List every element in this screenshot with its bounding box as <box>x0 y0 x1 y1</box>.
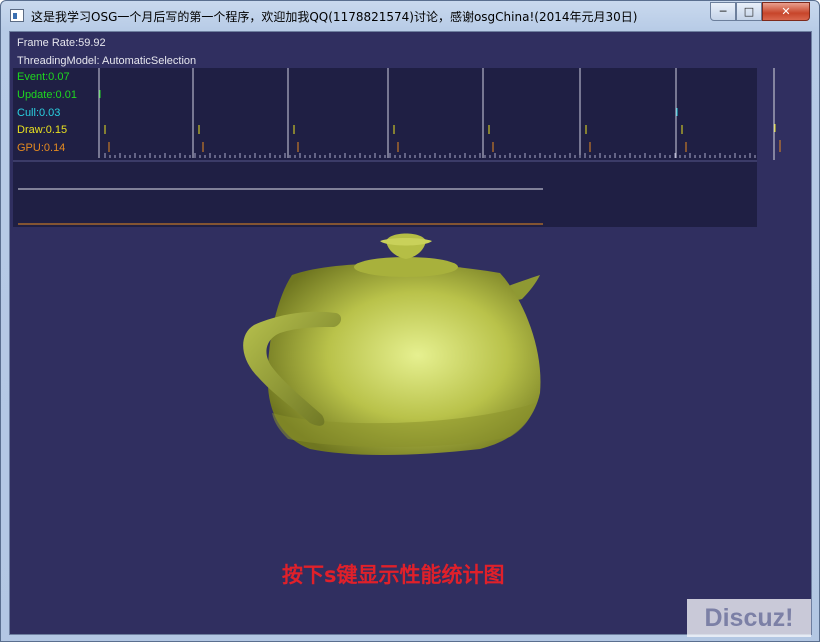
stats-timeline <box>18 68 756 225</box>
teapot-knob <box>386 233 426 259</box>
teapot-lid-rim <box>354 257 458 277</box>
hint-caption: 按下s键显示性能统计图 <box>282 563 505 587</box>
window-title: 这是我学习OSG一个月后写的第一个程序，欢迎加我QQ(1178821574)讨论… <box>31 10 638 24</box>
window-icon[interactable] <box>10 9 24 22</box>
minimize-button[interactable]: ─ <box>710 2 736 21</box>
osg-viewport[interactable]: Frame Rate:59.92 ThreadingModel: Automat… <box>9 31 812 635</box>
title-bar[interactable]: 这是我学习OSG一个月后写的第一个程序，欢迎加我QQ(1178821574)讨论… <box>1 1 819 31</box>
discuz-watermark: Discuz! <box>687 599 811 637</box>
stats-panel: Event:0.07 Update:0.01 Cull:0.03 Draw:0.… <box>13 68 757 227</box>
maximize-button[interactable]: □ <box>736 2 762 21</box>
close-icon: ✕ <box>781 5 791 18</box>
threading-model-readout: ThreadingModel: AutomaticSelection <box>17 55 197 67</box>
app-window: 这是我学习OSG一个月后写的第一个程序，欢迎加我QQ(1178821574)讨论… <box>0 0 820 642</box>
close-button[interactable]: ✕ <box>762 2 810 21</box>
minimize-icon: ─ <box>719 5 727 18</box>
stats-overflow-marks <box>773 68 781 160</box>
teapot-icon <box>243 233 541 455</box>
frame-rate-readout: Frame Rate:59.92 <box>17 37 106 49</box>
maximize-icon: □ <box>743 5 755 18</box>
